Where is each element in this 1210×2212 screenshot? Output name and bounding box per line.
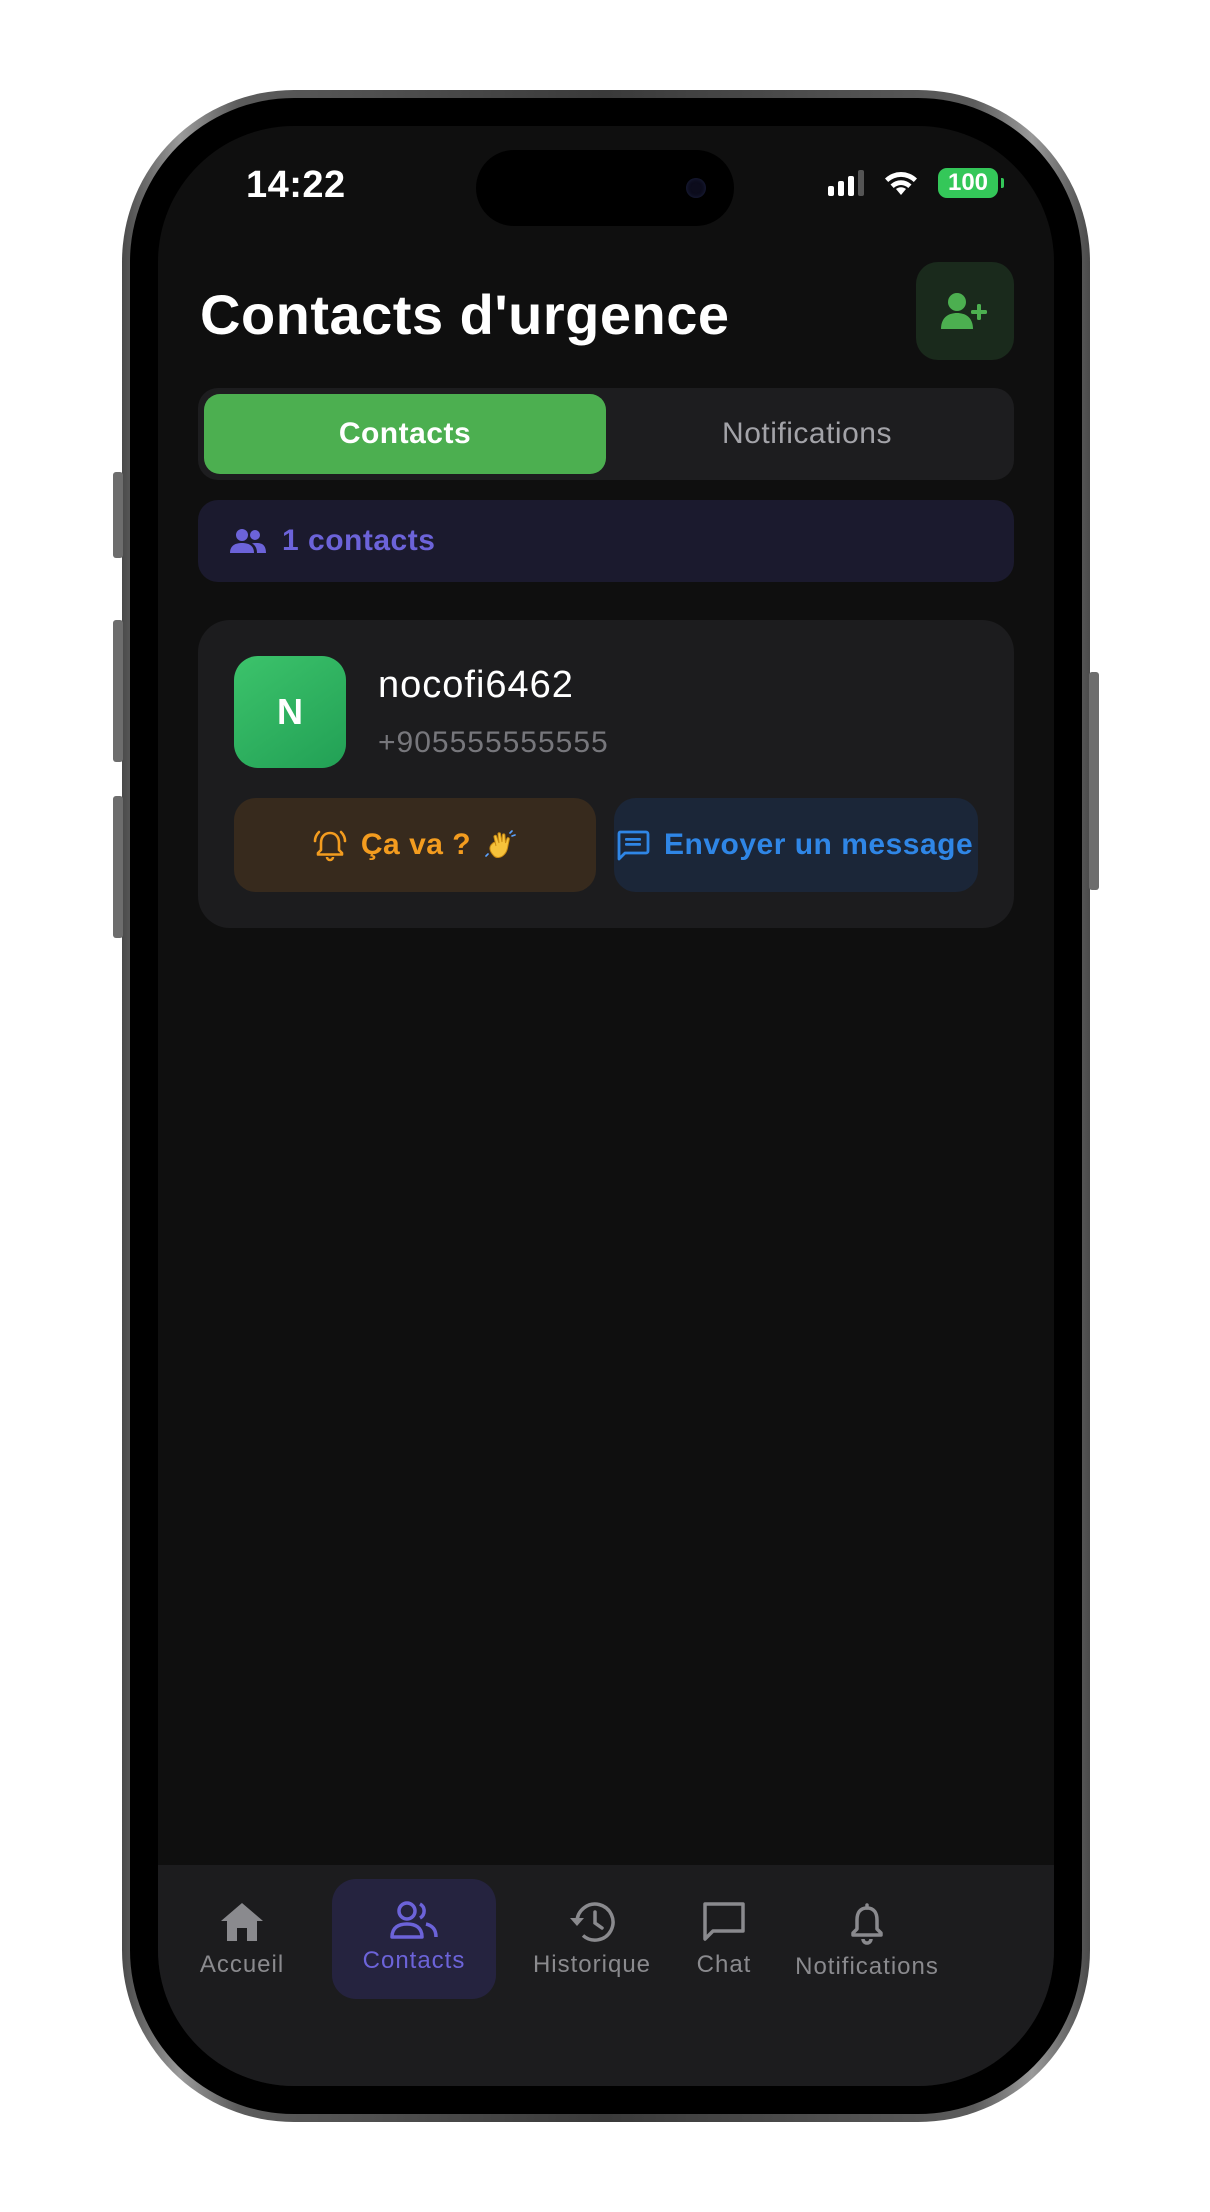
battery-icon: 100 bbox=[938, 168, 1004, 198]
people-icon bbox=[390, 1901, 438, 1939]
send-message-label: Envoyer un message bbox=[664, 828, 974, 861]
dynamic-island bbox=[476, 150, 734, 226]
send-message-button[interactable]: Envoyer un message bbox=[614, 798, 978, 892]
signal-icon bbox=[828, 170, 864, 196]
chat-icon bbox=[703, 1902, 745, 1941]
status-icons: 100 bbox=[828, 168, 1004, 198]
home-icon bbox=[221, 1903, 263, 1941]
nav-item-notifications[interactable]: Notifications bbox=[784, 1879, 950, 1999]
segmented-tabs: Contacts Notifications bbox=[198, 388, 1014, 480]
ping-contact-button[interactable]: Ça va ? bbox=[234, 798, 596, 892]
ping-label: Ça va ? bbox=[360, 828, 472, 861]
camera-icon bbox=[686, 178, 706, 198]
contacts-count-label: 1 contacts bbox=[282, 524, 436, 557]
bell-icon bbox=[851, 1903, 883, 1945]
nav-item-contacts[interactable]: Contacts bbox=[332, 1879, 496, 1999]
tab-contacts[interactable]: Contacts bbox=[204, 394, 606, 474]
status-time: 14:22 bbox=[246, 164, 346, 206]
tab-notifications[interactable]: Notifications bbox=[606, 394, 1008, 474]
nav-label-chat: Chat bbox=[696, 1951, 752, 1978]
nav-label-history: Historique bbox=[532, 1951, 652, 1978]
wifi-icon bbox=[885, 172, 917, 195]
contact-card[interactable]: N nocofi6462 +905555555555 Ça va ? Envoy… bbox=[198, 620, 1014, 928]
volume-up-button bbox=[113, 620, 123, 762]
nav-label-contacts: Contacts bbox=[362, 1947, 466, 1974]
nav-item-history[interactable]: Historique bbox=[522, 1879, 662, 1999]
add-contact-button[interactable] bbox=[916, 262, 1014, 360]
contact-phone: +905555555555 bbox=[378, 726, 609, 759]
avatar: N bbox=[234, 656, 346, 768]
history-icon bbox=[570, 1902, 615, 1942]
power-button bbox=[1089, 672, 1099, 890]
app-screen: 14:22 100 Contacts d'urgence Contacts No… bbox=[158, 126, 1054, 2086]
nav-item-home[interactable]: Accueil bbox=[188, 1879, 296, 1999]
bell-ring-icon bbox=[313, 830, 347, 862]
people-icon bbox=[230, 529, 266, 553]
nav-item-chat[interactable]: Chat bbox=[684, 1879, 764, 1999]
person-add-icon bbox=[941, 293, 987, 329]
contacts-count-badge: 1 contacts bbox=[198, 500, 1014, 582]
bottom-nav: Accueil Contacts Historique Chat Notific… bbox=[158, 1865, 1054, 2086]
waving-hand-icon bbox=[485, 830, 516, 859]
volume-down-button bbox=[113, 796, 123, 938]
page-title: Contacts d'urgence bbox=[200, 283, 730, 346]
action-button bbox=[113, 472, 123, 558]
message-icon bbox=[617, 830, 650, 861]
contact-name: nocofi6462 bbox=[378, 664, 574, 706]
nav-label-notifications: Notifications bbox=[795, 1953, 939, 1980]
nav-label-home: Accueil bbox=[199, 1951, 285, 1978]
